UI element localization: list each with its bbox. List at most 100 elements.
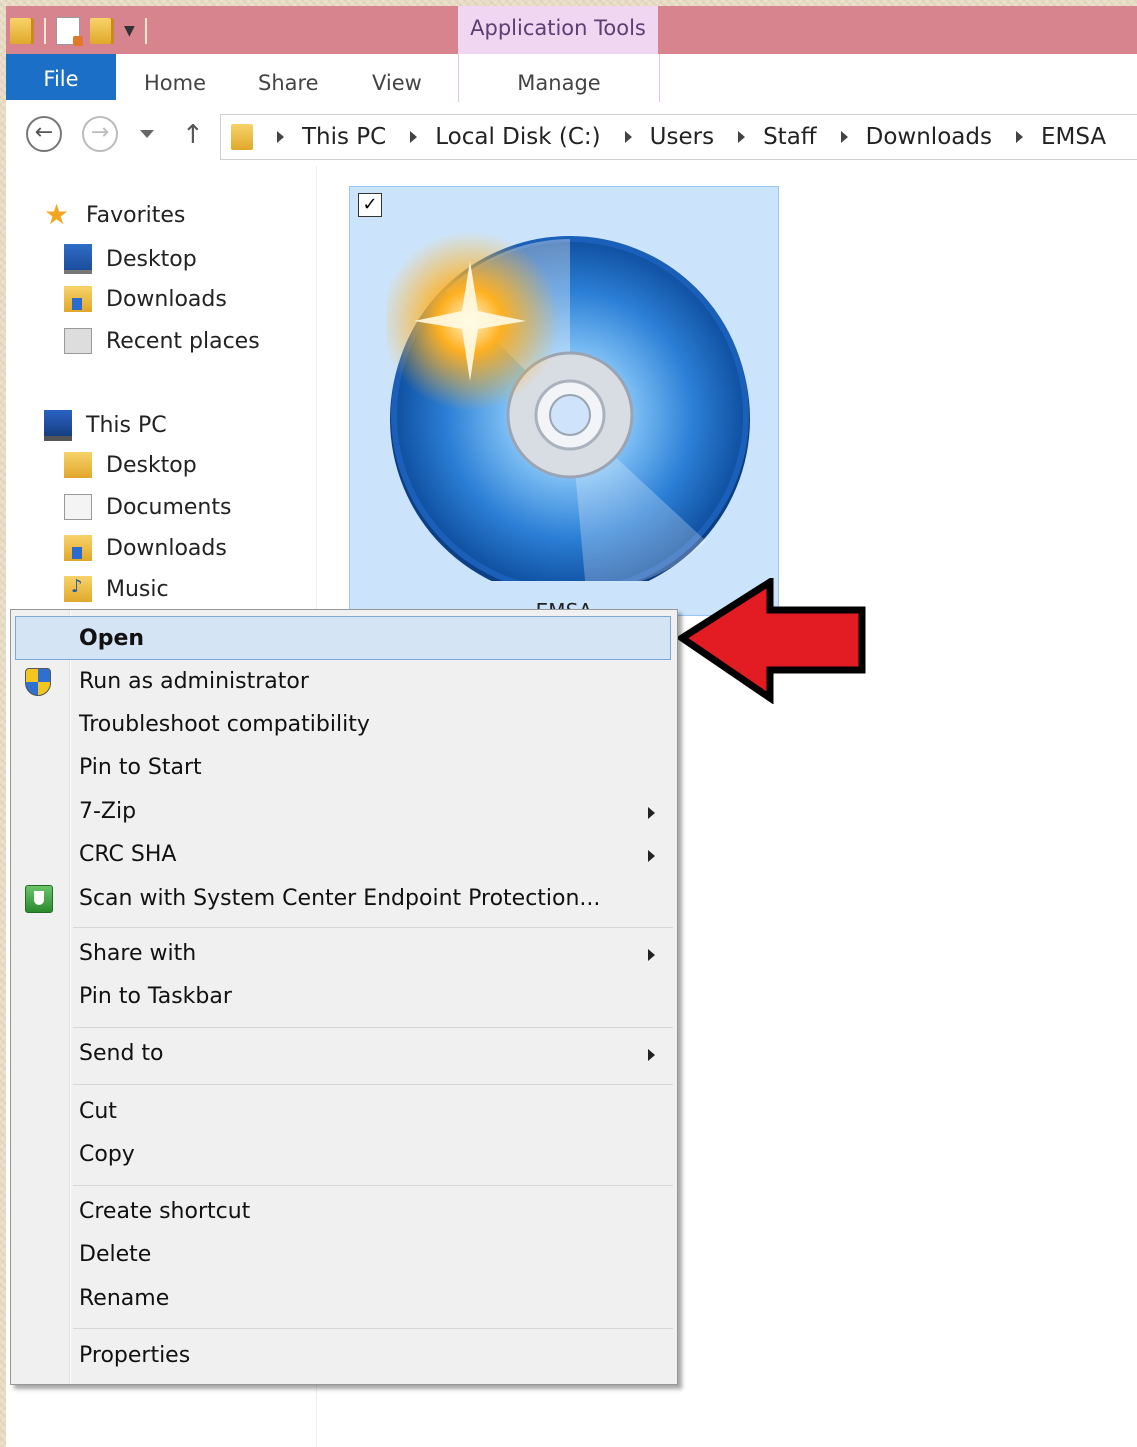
menu-item-create-shortcut[interactable]: Create shortcut [11, 1190, 675, 1234]
nav-label: Favorites [86, 202, 186, 228]
breadcrumb-label[interactable]: Local Disk (C:) [435, 124, 600, 150]
menu-item-pin-to-start[interactable]: Pin to Start [11, 746, 675, 790]
chevron-right-icon[interactable] [1015, 131, 1023, 143]
menu-item-label: CRC SHA [79, 842, 177, 867]
nav-item-pc-desktop[interactable]: Desktop [64, 452, 197, 478]
quick-access-toolbar: ▼ [10, 16, 147, 46]
breadcrumb-item[interactable]: This PC [253, 124, 386, 150]
forward-arrow-icon[interactable]: → [82, 116, 118, 152]
chevron-right-icon[interactable] [277, 131, 284, 143]
submenu-arrow-icon [648, 850, 655, 862]
menu-item-properties[interactable]: Properties [11, 1334, 675, 1378]
chevron-right-icon[interactable] [738, 131, 746, 143]
new-folder-icon[interactable] [90, 18, 114, 44]
nav-favorites[interactable]: ★ Favorites [44, 201, 186, 229]
nav-label: Music [106, 576, 169, 602]
tab-manage[interactable]: Manage [458, 54, 660, 102]
nav-item-documents[interactable]: Documents [64, 494, 231, 520]
nav-item-downloads[interactable]: Downloads [64, 286, 227, 312]
menu-item-open[interactable]: Open [15, 616, 671, 660]
toolbar-divider [144, 18, 147, 44]
menu-item-send-to[interactable]: Send to [11, 1032, 675, 1076]
red-arrow-icon [678, 578, 866, 704]
downloads-folder-icon [64, 535, 92, 561]
breadcrumb-label[interactable]: Staff [763, 124, 817, 150]
recent-locations-chevron-icon[interactable] [140, 130, 154, 138]
navigation-bar: ← → ↑ This PC Local Disk (C:) Users Staf… [6, 102, 1137, 166]
menu-item-copy[interactable]: Copy [11, 1133, 675, 1177]
menu-item-label: Rename [79, 1286, 170, 1311]
menu-item-label: Copy [79, 1142, 135, 1167]
breadcrumb-item[interactable]: EMSA [992, 124, 1106, 150]
menu-item-label: Create shortcut [79, 1199, 251, 1224]
breadcrumb-item[interactable]: Staff [714, 124, 817, 150]
file-explorer-window: ▼ Application Tools File Home Share View… [6, 6, 1137, 1447]
breadcrumb-label[interactable]: Downloads [866, 124, 992, 150]
tab-view[interactable]: View [372, 54, 422, 100]
documents-folder-icon [64, 494, 92, 520]
menu-item-pin-to-taskbar[interactable]: Pin to Taskbar [11, 975, 675, 1019]
menu-separator [73, 1328, 673, 1329]
menu-item-rename[interactable]: Rename [11, 1277, 675, 1321]
nav-label: Desktop [106, 452, 197, 478]
computer-icon [44, 410, 72, 441]
menu-separator [73, 1027, 673, 1028]
menu-item-run-as-administrator[interactable]: Run as administrator [11, 660, 675, 704]
menu-item-cut[interactable]: Cut [11, 1090, 675, 1134]
breadcrumb[interactable]: This PC Local Disk (C:) Users Staff Down… [220, 114, 1137, 160]
menu-item-label: Send to [79, 1041, 164, 1066]
submenu-arrow-icon [648, 807, 655, 819]
menu-item-troubleshoot-compatibility[interactable]: Troubleshoot compatibility [11, 703, 675, 747]
menu-item-delete[interactable]: Delete [11, 1233, 675, 1277]
uac-shield-icon [25, 668, 51, 696]
ribbon-tabs: File Home Share View Manage [6, 54, 1137, 103]
menu-item-label: 7-Zip [79, 799, 137, 824]
music-folder-icon [64, 576, 92, 602]
chevron-right-icon[interactable] [410, 131, 418, 143]
nav-label: This PC [86, 413, 167, 438]
menu-item-label: Properties [79, 1343, 191, 1368]
folder-icon [231, 124, 253, 150]
nav-item-music[interactable]: Music [64, 576, 169, 602]
file-item-selected[interactable]: ✓ [349, 186, 779, 623]
properties-icon[interactable] [56, 17, 83, 46]
menu-item-label: Share with [79, 941, 197, 966]
menu-item-label: Delete [79, 1242, 152, 1267]
chevron-right-icon[interactable] [624, 131, 632, 143]
nav-item-desktop[interactable]: Desktop [64, 244, 197, 274]
folder-icon[interactable] [10, 18, 34, 44]
nav-label: Downloads [106, 535, 227, 561]
back-arrow-icon[interactable]: ← [26, 116, 62, 152]
submenu-arrow-icon [648, 1049, 655, 1061]
selection-checkbox[interactable]: ✓ [358, 193, 382, 217]
nav-item-pc-downloads[interactable]: Downloads [64, 535, 227, 561]
title-bar: ▼ Application Tools [6, 6, 1137, 54]
menu-item-scan-endpoint-protection[interactable]: Scan with System Center Endpoint Protect… [11, 877, 675, 921]
menu-item-label: Pin to Start [79, 755, 202, 780]
breadcrumb-label[interactable]: EMSA [1041, 124, 1106, 150]
menu-separator [73, 1185, 673, 1186]
context-menu: Open Run as administrator Troubleshoot c… [10, 609, 678, 1385]
menu-separator [73, 1084, 673, 1085]
breadcrumb-item[interactable]: Local Disk (C:) [386, 124, 601, 150]
menu-item-crc-sha[interactable]: CRC SHA [11, 833, 675, 877]
tab-home[interactable]: Home [144, 54, 206, 100]
submenu-arrow-icon [648, 949, 655, 961]
breadcrumb-item[interactable]: Users [601, 124, 714, 150]
menu-item-label: Troubleshoot compatibility [79, 712, 370, 737]
breadcrumb-label[interactable]: This PC [302, 124, 386, 150]
nav-item-recent-places[interactable]: Recent places [64, 328, 260, 354]
breadcrumb-item[interactable]: Downloads [817, 124, 992, 150]
up-arrow-icon[interactable]: ↑ [182, 120, 204, 150]
customize-toolbar-icon[interactable]: ▼ [124, 23, 135, 39]
menu-item-7zip[interactable]: 7-Zip [11, 790, 675, 834]
nav-this-pc[interactable]: This PC [44, 410, 167, 441]
tab-share[interactable]: Share [258, 54, 319, 100]
tab-file[interactable]: File [6, 54, 116, 100]
chevron-right-icon[interactable] [840, 131, 848, 143]
menu-item-share-with[interactable]: Share with [11, 932, 675, 976]
recent-places-icon [64, 328, 92, 354]
breadcrumb-label[interactable]: Users [650, 124, 714, 150]
menu-item-label: Pin to Taskbar [79, 984, 232, 1009]
nav-label: Downloads [106, 286, 227, 312]
